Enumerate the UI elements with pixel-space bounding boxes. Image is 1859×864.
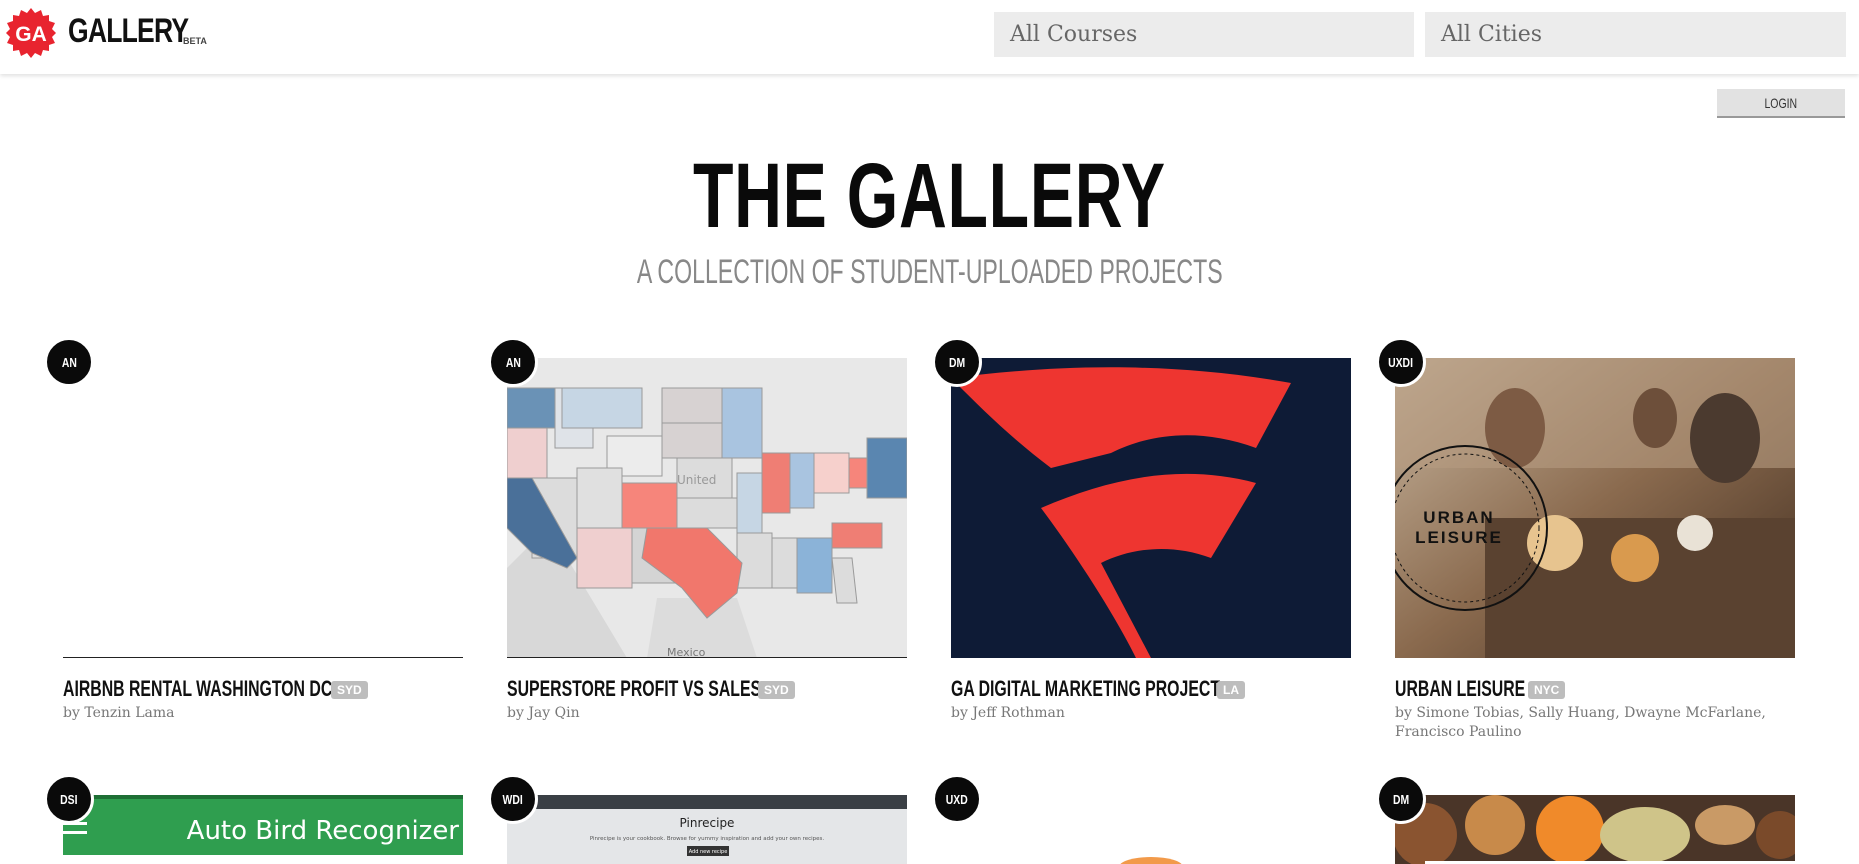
city-tag: LA [1217,681,1245,699]
course-badge: AN [44,337,94,387]
course-badge: DM [932,337,982,387]
project-thumbnail[interactable] [1395,795,1795,864]
course-badge: WDI [488,774,538,824]
project-authors: by Jay Qin [507,705,580,721]
orange-shape-image [1120,857,1182,864]
project-title[interactable]: AIRBNB RENTAL WASHINGTON DC [63,676,437,702]
banner-title-text: Auto Bird Recognizer [187,816,460,846]
map-label-mexico: Mexico [667,646,706,658]
project-thumbnail[interactable]: URBAN LEISURE [1395,358,1795,658]
bird-recognizer-banner-image: Auto Bird Recognizer [63,795,463,855]
pinrecipe-button-text: Add new recipe [689,849,728,855]
city-tag: NYC [1528,681,1566,699]
course-badge: UXDI [1376,337,1426,387]
project-thumbnail[interactable] [951,795,1351,864]
login-label: LOGIN [1764,94,1798,111]
course-badge: DSI [44,774,94,824]
dinner-party-photo-image: URBAN LEISURE [1395,358,1795,658]
food-ingredients-photo-image [1395,795,1795,864]
courses-filter-select[interactable]: All Courses [994,12,1414,57]
ga-logo-icon[interactable]: GA [6,8,56,58]
pinrecipe-screenshot-image: Pinrecipe Pinrecipe is your cookbook. Br… [507,795,907,864]
login-button[interactable]: LOGIN [1717,89,1845,118]
project-thumbnail[interactable]: Auto Bird Recognizer [63,795,463,855]
logo-mark-text: GA [15,23,47,46]
cities-filter-select[interactable]: All Cities [1425,12,1846,57]
page-title: THE GALLERY [693,145,1166,247]
city-tag: SYD [758,681,795,699]
project-thumbnail[interactable] [63,358,463,658]
project-authors: by Tenzin Lama [63,705,175,721]
logo-text-urban: URBAN [1423,508,1494,527]
svg-text:United: United [677,473,716,487]
city-tag: SYD [331,681,368,699]
course-badge: DM [1376,774,1426,824]
project-title[interactable]: SUPERSTORE PROFIT VS SALES [507,676,860,702]
logo-text-leisure: LEISURE [1415,528,1503,547]
pinrecipe-desc-text: Pinrecipe is your cookbook. Browse for y… [590,836,825,842]
courses-filter-value: All Courses [1010,22,1138,47]
logo-text[interactable]: GALLERY [68,12,189,51]
pinrecipe-title-text: Pinrecipe [680,816,735,830]
course-badge: AN [488,337,538,387]
page-subtitle: A COLLECTION OF STUDENT-UPLOADED PROJECT… [636,253,1223,291]
course-badge: UXD [932,774,982,824]
project-authors: by Jeff Rothman [951,705,1065,721]
project-authors: by Simone Tobias, Sally Huang, Dwayne Mc… [1395,705,1766,740]
project-thumbnail[interactable] [951,358,1351,658]
us-choropleth-map-image: United Mexico [507,358,907,658]
top-navigation-bar: GA GALLERY BETA All Courses All Cities [0,0,1859,74]
project-thumbnail[interactable]: Pinrecipe Pinrecipe is your cookbook. Br… [507,795,907,864]
project-title[interactable]: GA DIGITAL MARKETING PROJECT [951,676,1325,702]
beta-tag: BETA [183,36,207,46]
project-thumbnail[interactable]: United Mexico [507,358,907,658]
cities-filter-value: All Cities [1441,22,1543,47]
red-flag-logo-image [951,358,1351,658]
